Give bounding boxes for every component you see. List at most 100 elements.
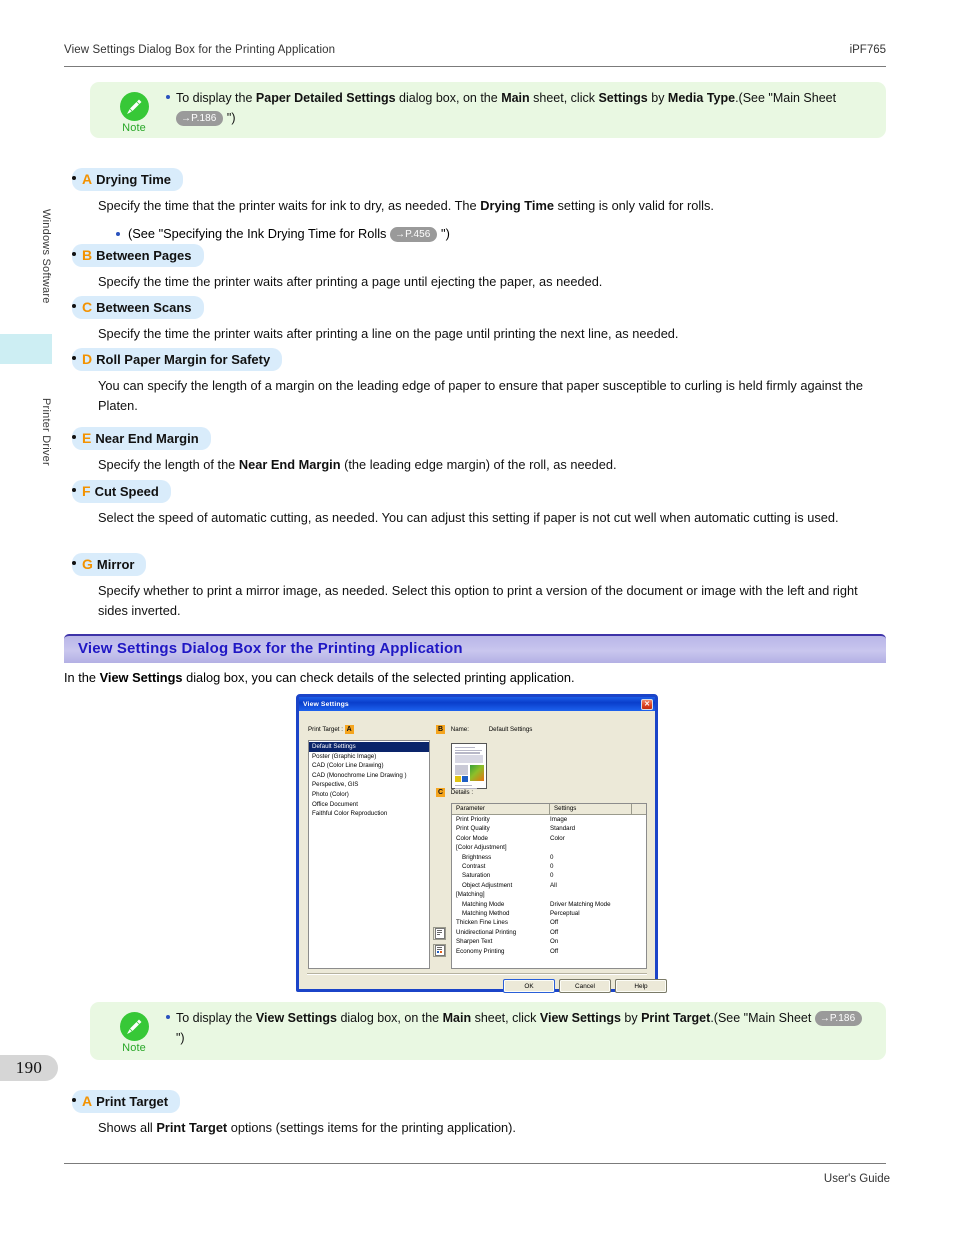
list-item[interactable]: Poster (Graphic Image) [309, 752, 429, 762]
page-header: View Settings Dialog Box for the Printin… [64, 44, 886, 66]
cell-parameter: Color Mode [456, 834, 488, 842]
item-block-print-target: A Print Target Shows all Print Target opt… [72, 1090, 890, 1138]
item-body-drying-time: Specify the time that the printer waits … [98, 196, 890, 216]
table-row: Object Adjustment All [452, 881, 646, 890]
item-title: Between Pages [96, 248, 192, 263]
table-row: Matching Mode Driver Matching Mode [452, 900, 646, 909]
cell-parameter: Brightness [462, 853, 492, 861]
note-bottom-t5: .(See "Main Sheet [710, 1011, 815, 1025]
section-heading-bar: View Settings Dialog Box for the Printin… [64, 634, 886, 663]
cell-value: 0 [550, 863, 554, 871]
name-row: B Name: Default Settings [436, 725, 532, 734]
page-reference-badge[interactable]: →P.456 [390, 227, 438, 242]
item-head-drying-time: A Drying Time [72, 168, 184, 191]
note-box-bottom: Note To display the View Settings dialog… [90, 1002, 886, 1060]
cell-parameter: [Color Adjustment] [456, 844, 507, 852]
item-body-cut-speed: Select the speed of automatic cutting, a… [98, 508, 890, 528]
footer-divider [64, 1163, 886, 1164]
item-body-between-pages: Specify the time the printer waits after… [98, 272, 890, 292]
section-intro-bold: View Settings [99, 670, 183, 685]
page-reference-badge[interactable]: →P.186 [176, 111, 224, 126]
help-button[interactable]: Help [615, 979, 667, 993]
item-title: Print Target [96, 1094, 169, 1109]
table-row: Print Quality Standard [452, 824, 646, 833]
item-bullet-icon [72, 176, 76, 180]
item-head-cut-speed: F Cut Speed [72, 480, 171, 503]
header-divider [64, 66, 886, 67]
item-title: Mirror [96, 557, 135, 572]
item-letter: C [82, 299, 93, 315]
table-row: Matching Method Perceptual [452, 909, 646, 918]
name-value: Default Settings [488, 726, 533, 734]
list-item[interactable]: CAD (Color Line Drawing) [309, 761, 429, 771]
column-header-settings: Settings [550, 804, 632, 814]
cell-parameter: Contrast [462, 863, 486, 871]
cell-parameter: Print Quality [456, 825, 490, 833]
note-label: Note [122, 1042, 146, 1054]
item-body-part1: Specify the time the printer waits after… [98, 274, 603, 289]
cell-parameter: Sharpen Text [456, 938, 493, 946]
cell-value: Perceptual [550, 910, 580, 918]
item-body-part1: Select the speed of automatic cutting, a… [98, 510, 839, 525]
item-body-part1: Specify whether to print a mirror image,… [98, 583, 858, 618]
table-row: Economy Printing Off [452, 947, 646, 956]
document-color-icon [434, 945, 445, 956]
table-row: Unidirectional Printing Off [452, 928, 646, 937]
note-icon-group: Note [112, 1012, 156, 1054]
copy-settings-icon-button[interactable] [433, 927, 446, 940]
table-row: Saturation 0 [452, 871, 646, 880]
dialog-body: Print Target : A Default Settings Poster… [299, 711, 667, 993]
subnote-part2: ") [437, 226, 450, 241]
item-subnote-drying-time: (See "Specifying the Ink Drying Time for… [116, 224, 890, 244]
item-body-part1: Shows all [98, 1120, 157, 1135]
list-item[interactable]: Default Settings [309, 742, 429, 752]
cell-parameter: Object Adjustment [462, 881, 513, 889]
sidebar-label-printer-driver: Printer Driver [40, 398, 52, 466]
item-head-between-pages: B Between Pages [72, 244, 204, 267]
list-item[interactable]: CAD (Monochrome Line Drawing ) [309, 771, 429, 781]
note-bottom-t3: sheet, click [471, 1011, 540, 1025]
note-label: Note [122, 122, 146, 134]
item-block-cut-speed: F Cut Speed Select the speed of automatic… [72, 480, 890, 528]
preview-thumbnail [451, 743, 487, 790]
list-item[interactable]: Office Document [309, 800, 429, 810]
item-body-bold: Near End Margin [238, 457, 341, 472]
cell-value [550, 890, 638, 899]
document-icon [434, 928, 445, 939]
page-reference-badge[interactable]: →P.186 [814, 1011, 863, 1026]
list-item[interactable]: Photo (Color) [309, 790, 429, 800]
item-title: Near End Margin [95, 431, 199, 446]
note-bottom-b3: View Settings [539, 1011, 621, 1025]
item-block-drying-time: A Drying Time Specify the time that the p… [72, 168, 890, 244]
list-item[interactable]: Perspective, GIS [309, 780, 429, 790]
item-title: Roll Paper Margin for Safety [96, 352, 271, 367]
cancel-button[interactable]: Cancel [559, 979, 611, 993]
column-header-parameter: Parameter [452, 804, 550, 814]
cell-parameter: Print Priority [456, 816, 490, 823]
dialog-title-bar[interactable]: View Settings ✕ [299, 697, 655, 711]
item-head-print-target: A Print Target [72, 1090, 181, 1113]
item-body-near-end-margin: Specify the length of the Near End Margi… [98, 455, 890, 475]
cell-value: 0 [550, 853, 554, 861]
item-bullet-icon [72, 1098, 76, 1102]
cell-value: All [550, 881, 557, 889]
item-title: Drying Time [96, 172, 172, 187]
print-target-listbox[interactable]: Default Settings Poster (Graphic Image) … [308, 740, 430, 969]
callout-marker-c: C [436, 788, 445, 797]
close-icon[interactable]: ✕ [641, 698, 653, 710]
details-table[interactable]: Parameter Settings Print Priority Image P… [451, 803, 647, 969]
save-settings-icon-button[interactable] [433, 944, 446, 957]
item-bullet-icon [72, 561, 76, 565]
item-letter: D [82, 351, 93, 367]
print-target-label-text: Print Target : [308, 726, 343, 734]
item-letter: A [82, 171, 93, 187]
ok-button[interactable]: OK [503, 979, 555, 993]
list-item[interactable]: Faithful Color Reproduction [309, 809, 429, 819]
note-top-t5: .(See "Main Sheet [735, 91, 837, 105]
item-bullet-icon [72, 356, 76, 360]
note-top-b2: Main [501, 91, 530, 105]
table-row: Contrast 0 [452, 862, 646, 871]
table-row: Sharpen Text On [452, 937, 646, 946]
section-heading-text: View Settings Dialog Box for the Printin… [78, 640, 463, 657]
note-top-t2: dialog box, on the [395, 91, 502, 105]
